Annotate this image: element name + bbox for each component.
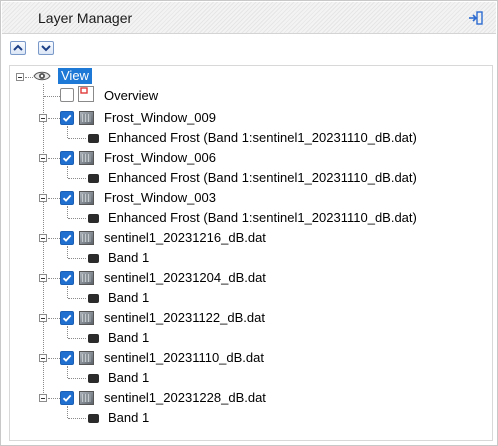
layer-label[interactable]: sentinel1_20231228_dB.dat xyxy=(104,390,266,406)
checkmark-icon xyxy=(62,154,72,162)
layer-checkbox[interactable] xyxy=(60,271,74,285)
tree-toolbar xyxy=(2,34,496,62)
expand-all-button[interactable] xyxy=(10,41,26,55)
layer-expander[interactable] xyxy=(39,234,47,242)
layer-checkbox[interactable] xyxy=(60,391,74,405)
band-label[interactable]: Band 1 xyxy=(108,330,149,346)
layer-label[interactable]: Frost_Window_009 xyxy=(104,110,216,126)
tree-connector xyxy=(48,158,60,159)
layer-checkbox[interactable] xyxy=(60,231,74,245)
raster-layer-icon xyxy=(79,311,94,325)
raster-layer-icon xyxy=(79,111,94,125)
band-icon xyxy=(88,374,99,383)
tree-connector xyxy=(68,138,86,139)
band-label[interactable]: Enhanced Frost (Band 1:sentinel1_2023111… xyxy=(108,130,417,146)
layer-expander[interactable] xyxy=(39,394,47,402)
panel-title: Layer Manager xyxy=(38,10,133,26)
tree-connector xyxy=(67,326,68,338)
tree-connector xyxy=(68,418,86,419)
overview-icon xyxy=(78,86,94,102)
overview-checkbox[interactable] xyxy=(60,88,74,102)
raster-layer-icon xyxy=(79,271,94,285)
chevron-up-icon xyxy=(13,44,23,51)
tree-connector xyxy=(68,338,86,339)
tree-connector xyxy=(48,318,60,319)
tree-connector xyxy=(44,96,60,97)
layer-tree: View Overview Frost_Window_009 Enhanced F… xyxy=(9,65,493,441)
raster-layer-icon xyxy=(79,391,94,405)
layer-checkbox[interactable] xyxy=(60,311,74,325)
panel-titlebar: Layer Manager xyxy=(2,2,496,34)
band-label[interactable]: Band 1 xyxy=(108,410,149,426)
band-label[interactable]: Band 1 xyxy=(108,290,149,306)
tree-connector xyxy=(67,126,68,138)
collapse-all-button[interactable] xyxy=(38,41,54,55)
layer-expander[interactable] xyxy=(39,354,47,362)
layer-expander[interactable] xyxy=(39,194,47,202)
band-icon xyxy=(88,254,99,263)
tree-connector xyxy=(67,166,68,178)
band-icon xyxy=(88,134,99,143)
chevron-down-icon xyxy=(41,45,51,52)
band-icon xyxy=(88,294,99,303)
checkmark-icon xyxy=(62,354,72,362)
checkmark-icon xyxy=(62,314,72,322)
tree-connector xyxy=(67,406,68,418)
tree-connector xyxy=(48,198,60,199)
tree-connector xyxy=(48,278,60,279)
tree-connector xyxy=(48,238,60,239)
layer-label[interactable]: Frost_Window_003 xyxy=(104,190,216,206)
layer-checkbox[interactable] xyxy=(60,151,74,165)
tree-connector xyxy=(67,366,68,378)
tree-connector xyxy=(67,206,68,218)
tree-connector xyxy=(68,178,86,179)
root-view-label[interactable]: View xyxy=(58,68,92,84)
layer-label[interactable]: sentinel1_20231110_dB.dat xyxy=(104,350,264,366)
tree-connector xyxy=(68,378,86,379)
raster-layer-icon xyxy=(79,351,94,365)
band-icon xyxy=(88,414,99,423)
layer-label[interactable]: sentinel1_20231122_dB.dat xyxy=(104,310,265,326)
raster-layer-icon xyxy=(79,191,94,205)
tree-connector xyxy=(48,118,60,119)
band-label[interactable]: Band 1 xyxy=(108,370,149,386)
layer-label[interactable]: sentinel1_20231204_dB.dat xyxy=(104,270,266,286)
layer-checkbox[interactable] xyxy=(60,111,74,125)
tree-connector xyxy=(67,286,68,298)
tree-connector xyxy=(68,298,86,299)
band-label[interactable]: Band 1 xyxy=(108,250,149,266)
band-icon xyxy=(88,334,99,343)
layer-expander[interactable] xyxy=(39,314,47,322)
layer-label[interactable]: sentinel1_20231216_dB.dat xyxy=(104,230,266,246)
band-label[interactable]: Enhanced Frost (Band 1:sentinel1_2023111… xyxy=(108,170,417,186)
raster-layer-icon xyxy=(79,231,94,245)
eye-icon[interactable] xyxy=(33,69,51,83)
checkmark-icon xyxy=(62,114,72,122)
raster-layer-icon xyxy=(79,151,94,165)
tree-connector xyxy=(48,398,60,399)
layer-manager-panel: Layer Manager View Overview Frost_Window… xyxy=(0,0,498,446)
checkmark-icon xyxy=(62,234,72,242)
band-icon xyxy=(88,214,99,223)
tree-connector xyxy=(67,246,68,258)
band-label[interactable]: Enhanced Frost (Band 1:sentinel1_2023111… xyxy=(108,210,417,226)
tree-connector xyxy=(68,218,86,219)
checkmark-icon xyxy=(62,274,72,282)
tree-connector xyxy=(25,77,33,78)
root-expander[interactable] xyxy=(16,73,24,81)
layer-label[interactable]: Frost_Window_006 xyxy=(104,150,216,166)
tree-connector xyxy=(48,358,60,359)
checkmark-icon xyxy=(62,394,72,402)
tree-connector xyxy=(68,258,86,259)
overview-label[interactable]: Overview xyxy=(104,88,158,104)
layer-expander[interactable] xyxy=(39,154,47,162)
layer-checkbox[interactable] xyxy=(60,351,74,365)
band-icon xyxy=(88,174,99,183)
layer-expander[interactable] xyxy=(39,114,47,122)
checkmark-icon xyxy=(62,194,72,202)
layer-checkbox[interactable] xyxy=(60,191,74,205)
pin-icon[interactable] xyxy=(468,10,484,26)
layer-expander[interactable] xyxy=(39,274,47,282)
